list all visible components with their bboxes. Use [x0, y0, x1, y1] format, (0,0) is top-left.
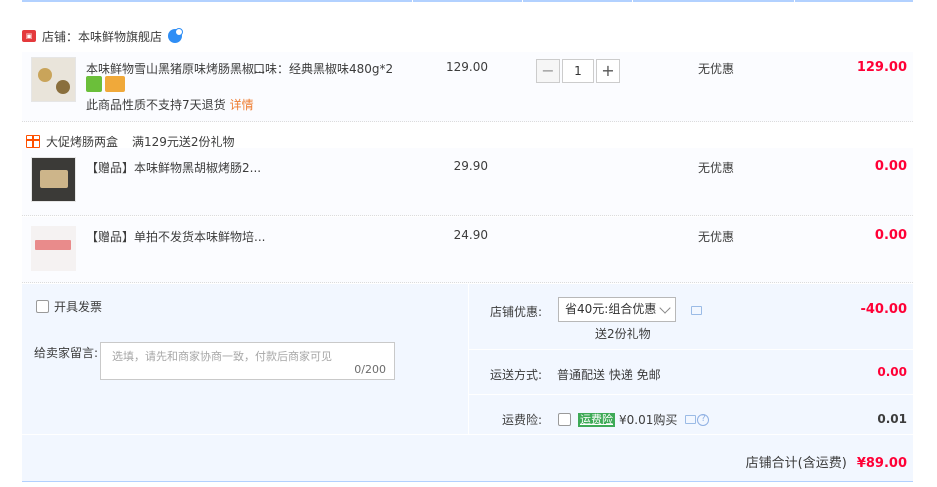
shop-total-amount: ¥89.00: [856, 456, 907, 471]
seller-message-label: 给卖家留言:: [34, 346, 99, 360]
shipping-insurance-option[interactable]: 运费险 ¥0.01购买 ?: [558, 411, 710, 428]
quantity-input[interactable]: 1: [562, 59, 594, 83]
shop-name-link[interactable]: 店铺：本味鲜物旗舰店: [42, 28, 162, 45]
store-badge-icon: ▣: [22, 30, 36, 42]
shop-discount-selected: 省40元:组合优惠: [565, 302, 657, 316]
shipping-fee: 0.00: [877, 365, 907, 379]
seller-message-placeholder: 选填，请先和商家协商一致，付款后商家可见: [112, 350, 332, 363]
shipping-method: 普通配送 快递 免邮: [557, 368, 661, 382]
unit-price: 29.90: [453, 159, 488, 173]
item-total: 129.00: [856, 60, 907, 75]
item-discount: 无优惠: [698, 230, 735, 244]
chevron-down-icon: [659, 302, 671, 314]
product-title-link[interactable]: 【赠品】单拍不发货本味鲜物培...: [86, 228, 265, 245]
item-total: 0.00: [874, 228, 907, 243]
column-divider: [632, 0, 633, 2]
insurance-price: ¥0.01购买: [619, 413, 678, 427]
product-thumbnail[interactable]: [31, 226, 76, 271]
shop-discount-gift-note: 送2份礼物: [595, 327, 651, 341]
chat-icon[interactable]: [691, 306, 702, 315]
panel-divider: [22, 434, 913, 435]
decrease-quantity-button[interactable]: −: [536, 59, 560, 83]
product-thumbnail[interactable]: [31, 157, 76, 202]
thumbnail-graphic: [35, 240, 71, 250]
gift-item-row: 【赠品】本味鲜物黑胡椒烤肠2... 29.90 无优惠 0.00: [22, 148, 913, 216]
shop-total-label: 店铺合计(含运费): [745, 456, 847, 471]
item-discount: 无优惠: [698, 62, 735, 76]
product-title-link[interactable]: 本味鲜物雪山黑猪原味烤肠黑椒...: [86, 60, 265, 77]
quantity-stepper: − 1 +: [536, 59, 620, 83]
unit-price: 24.90: [453, 228, 488, 242]
gift-item-row: 【赠品】单拍不发货本味鲜物培... 24.90 无优惠 0.00: [22, 217, 913, 283]
thumbnail-graphic: [56, 80, 70, 94]
shop-discount-select[interactable]: 省40元:组合优惠: [558, 297, 676, 322]
return-policy: 此商品性质不支持7天退货 详情: [86, 96, 254, 113]
chat-icon[interactable]: [685, 415, 697, 424]
invoice-checkbox[interactable]: [36, 300, 49, 313]
service-badges: [86, 76, 125, 92]
details-link[interactable]: 详情: [230, 98, 254, 112]
order-item-row: 本味鲜物雪山黑猪原味烤肠黑椒... 口味：经典黑椒味480g*2 此商品性质不支…: [22, 52, 913, 122]
character-counter: 0/200: [354, 363, 386, 376]
invoice-option[interactable]: 开具发票: [36, 298, 102, 315]
thumbnail-graphic: [38, 68, 52, 82]
invoice-label: 开具发票: [54, 300, 103, 314]
panel-divider: [468, 394, 913, 395]
panel-bottom-border: [22, 481, 913, 482]
item-discount: 无优惠: [698, 161, 735, 175]
service-badge-icon[interactable]: [86, 76, 102, 92]
product-title-link[interactable]: 【赠品】本味鲜物黑胡椒烤肠2...: [86, 159, 261, 176]
thumbnail-graphic: [40, 170, 68, 188]
top-border: [22, 0, 913, 2]
column-divider: [522, 0, 523, 2]
insurance-checkbox[interactable]: [558, 413, 571, 426]
order-options-panel: 开具发票 给卖家留言: 选填，请先和商家协商一致，付款后商家可见 0/200 店…: [22, 284, 913, 482]
insurance-label: 运费险:: [501, 413, 542, 427]
panel-divider: [468, 284, 469, 434]
gift-icon: [26, 135, 40, 148]
insurance-value: 0.01: [877, 412, 907, 426]
panel-divider: [468, 349, 913, 350]
product-flavor: 口味：经典黑椒味480g*2: [253, 62, 394, 76]
column-divider: [412, 0, 413, 2]
shipping-label: 运送方式:: [489, 368, 542, 382]
shop-discount-value: -40.00: [860, 302, 907, 317]
unit-price: 129.00: [446, 60, 488, 74]
shop-header: ▣ 店铺：本味鲜物旗舰店: [22, 28, 184, 45]
help-icon[interactable]: ?: [697, 413, 710, 426]
column-divider: [794, 0, 795, 2]
increase-quantity-button[interactable]: +: [596, 59, 620, 83]
return-policy-text: 此商品性质不支持7天退货: [86, 98, 226, 112]
wangwang-chat-icon[interactable]: [168, 28, 184, 43]
shop-discount-label: 店铺优惠:: [489, 305, 542, 319]
insurance-badge[interactable]: 运费险: [578, 412, 615, 427]
card-payment-icon[interactable]: [105, 76, 125, 92]
seller-message-input[interactable]: 选填，请先和商家协商一致，付款后商家可见 0/200: [100, 342, 395, 380]
item-total: 0.00: [874, 159, 907, 174]
shop-total: 店铺合计(含运费) ¥89.00: [746, 452, 907, 471]
product-thumbnail[interactable]: [31, 57, 76, 102]
